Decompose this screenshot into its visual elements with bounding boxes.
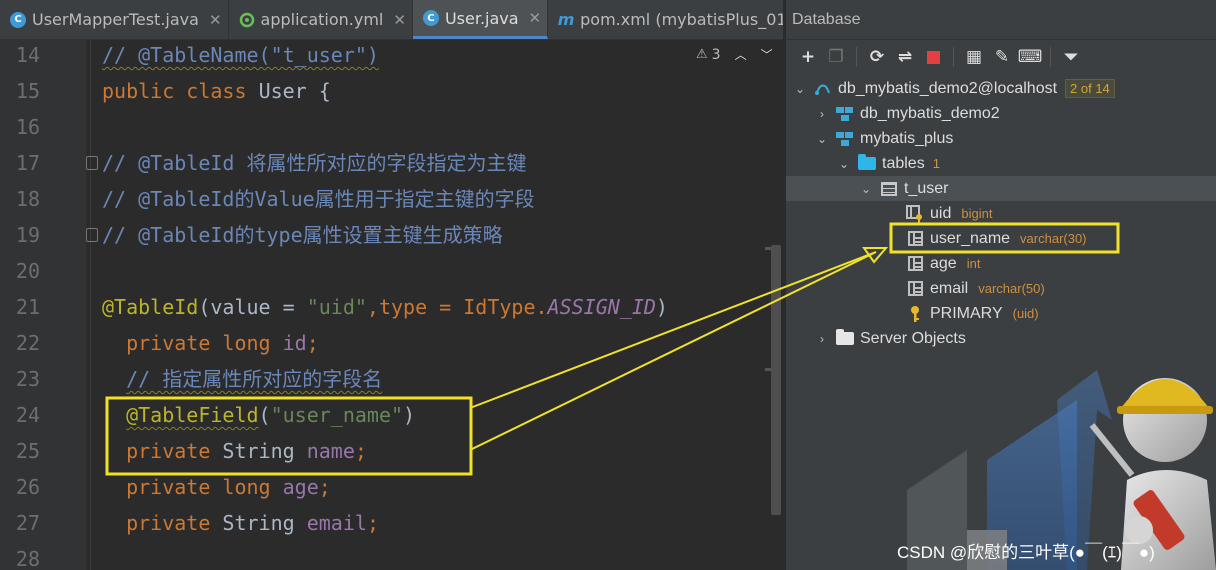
chevron-down-icon[interactable]: ⌄ (792, 82, 808, 96)
code-line: // @TableId的Value属性用于指定主键的字段 (102, 187, 535, 211)
line-number: 28 (15, 547, 40, 570)
column-icon (906, 256, 924, 272)
code-line: private long id; (126, 331, 319, 355)
chevron-down-icon[interactable]: ⌄ (858, 182, 874, 196)
column-icon (906, 281, 924, 297)
column-icon (906, 231, 924, 247)
code-line: @TableField("user_name") (126, 403, 416, 427)
close-icon[interactable]: ✕ (529, 9, 542, 27)
tree-item-schema-demo2[interactable]: › db_mybatis_demo2 (814, 101, 1000, 126)
database-toolbar: + ❐ ⟳ ⇌ ▦ ✎ ⌨ ⏷ (786, 42, 1085, 72)
folder-icon (858, 154, 876, 172)
line-number: 23 (15, 367, 40, 391)
refresh-icon[interactable]: ⟳ (863, 43, 891, 71)
console-icon[interactable]: ⌨ (1016, 43, 1044, 71)
tree-item-table-t-user[interactable]: ⌄ t_user (858, 176, 949, 201)
close-icon[interactable]: ✕ (393, 11, 406, 29)
line-number: 19 (15, 223, 40, 247)
tree-item-column[interactable]: email varchar(50) (906, 276, 1045, 301)
line-number: 25 (15, 439, 40, 463)
fold-marker-icon[interactable] (86, 156, 98, 170)
tree-item-schema-mybatis-plus[interactable]: ⌄ mybatis_plus (814, 126, 953, 151)
tree-item-tables[interactable]: ⌄ tables 1 (836, 151, 940, 176)
code-line: // @TableId 将属性所对应的字段指定为主键 (102, 151, 527, 175)
line-number: 15 (15, 79, 40, 103)
code-line: // @TableName("t_user") (102, 43, 379, 67)
line-number: 18 (15, 187, 40, 211)
line-number: 20 (15, 259, 40, 283)
tables-count: 1 (932, 156, 940, 171)
chevron-right-icon[interactable]: › (814, 107, 830, 121)
panel-title: Database (786, 0, 1216, 40)
chevron-down-icon[interactable]: ⌄ (814, 132, 830, 146)
code-line: private String name; (126, 439, 367, 463)
tab-user-java[interactable]: C User.java ✕ (412, 0, 549, 39)
vertical-scrollbar[interactable] (771, 245, 781, 515)
yml-icon (239, 12, 255, 28)
schema-icon (836, 131, 854, 146)
watermark: CSDN @欣慰的三叶草(●￣(ｴ)￣●) (897, 543, 1155, 562)
tree-item-column[interactable]: user_name varchar(30) (906, 226, 1087, 251)
datasource-icon (814, 81, 832, 97)
code-editor[interactable]: 14 15 16 17 18 19 20 21 22 23 24 25 26 2… (0, 40, 783, 570)
tree-item-primary-key[interactable]: PRIMARY (uid) (906, 301, 1039, 326)
fold-marker-icon[interactable] (86, 228, 98, 242)
count-badge: 2 of 14 (1065, 79, 1115, 98)
chevron-down-icon[interactable]: ⌄ (836, 157, 852, 171)
primary-key-column-icon (906, 204, 924, 223)
tree-item-datasource[interactable]: ⌄ db_mybatis_demo2@localhost 2 of 14 (792, 76, 1115, 101)
line-number: 17 (15, 151, 40, 175)
key-icon (906, 305, 924, 322)
stop-icon[interactable] (919, 43, 947, 71)
add-icon[interactable]: + (794, 43, 822, 71)
line-number: 24 (15, 403, 40, 427)
line-number: 16 (15, 115, 40, 139)
line-number: 21 (15, 295, 40, 319)
filter-icon[interactable]: ⏷ (1057, 43, 1085, 71)
table-view-icon[interactable]: ▦ (960, 43, 988, 71)
tab-user-mapper-test[interactable]: C UserMapperTest.java ✕ (0, 0, 229, 39)
code-line: @TableId(value = "uid",type = IdType.ASS… (102, 295, 668, 319)
tree-item-column[interactable]: age int (906, 251, 980, 276)
warning-icon: ⚠ (696, 47, 708, 62)
worker-illustration (907, 370, 1216, 570)
table-icon (880, 181, 898, 197)
class-icon: C (422, 10, 439, 26)
selected-row-highlight (786, 176, 1216, 201)
tree-item-column[interactable]: uid bigint (906, 201, 992, 226)
tab-application-yml[interactable]: application.yml ✕ (229, 0, 413, 39)
line-number: 27 (15, 511, 40, 535)
chevron-down-icon[interactable]: ﹀ (761, 46, 773, 63)
close-icon[interactable]: ✕ (209, 11, 222, 29)
line-number: 22 (15, 331, 40, 355)
line-number: 26 (15, 475, 40, 499)
line-number: 14 (15, 43, 40, 67)
editor-tab-bar: C UserMapperTest.java ✕ application.yml … (0, 0, 783, 40)
schema-sync-icon[interactable]: ⇌ (891, 43, 919, 71)
folder-icon (836, 329, 854, 347)
tab-pom-xml[interactable]: m pom.xml (mybatisPlus_01_ (548, 0, 783, 39)
chevron-up-icon[interactable]: ︿ (735, 46, 747, 63)
duplicate-icon[interactable]: ❐ (822, 43, 850, 71)
edit-icon[interactable]: ✎ (988, 43, 1016, 71)
chevron-right-icon[interactable]: › (814, 332, 830, 346)
code-line: private String email; (126, 511, 379, 535)
code-line: public class User { (102, 79, 331, 103)
code-line: // @TableId的type属性设置主键生成策略 (102, 223, 503, 247)
maven-icon: m (557, 10, 575, 29)
inspection-widget[interactable]: ⚠ 3 ︿ ﹀ (696, 46, 773, 63)
code-line: private long age; (126, 475, 331, 499)
schema-icon (836, 106, 854, 121)
class-icon: C (10, 11, 26, 28)
code-line: // 指定属性所对应的字段名 (126, 367, 383, 391)
